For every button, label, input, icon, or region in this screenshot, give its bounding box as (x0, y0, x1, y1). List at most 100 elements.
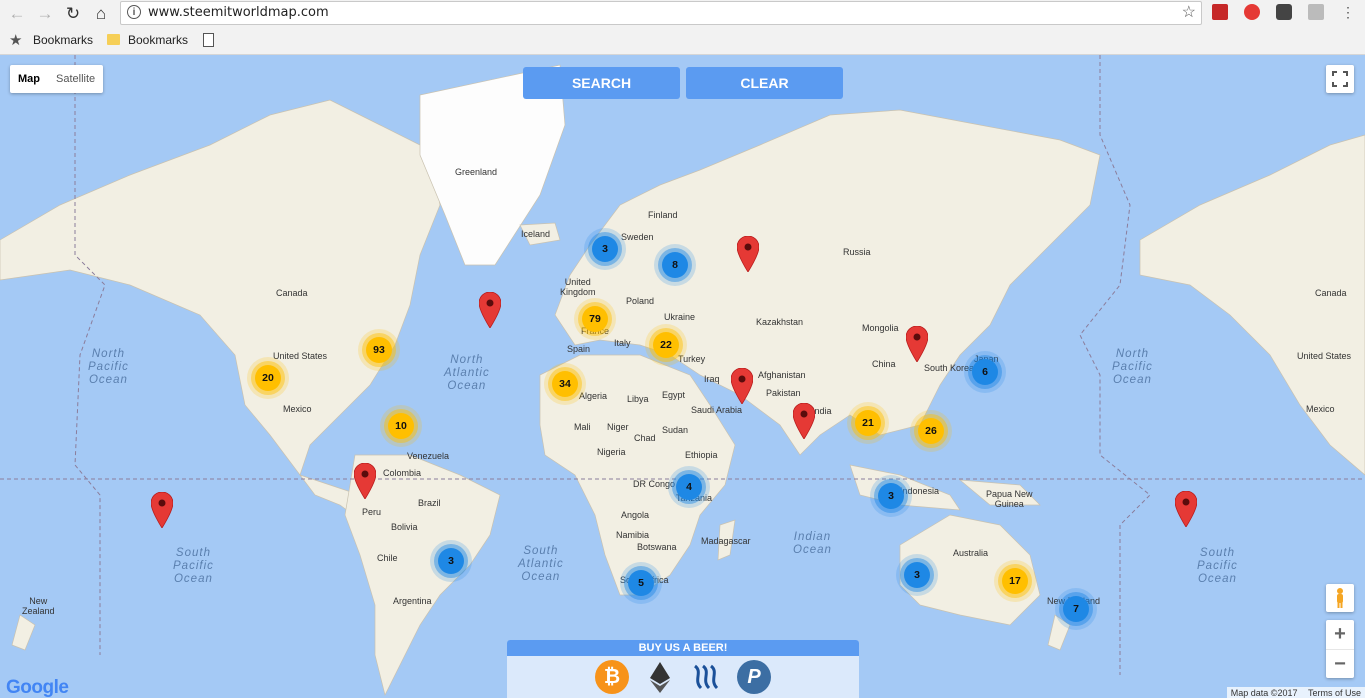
label-canada-right: Canada (1315, 288, 1347, 298)
map-data-text: Map data ©2017 (1230, 688, 1298, 698)
clear-button[interactable]: CLEAR (686, 67, 843, 99)
label-angola: Angola (621, 510, 650, 520)
map-type-map-button[interactable]: Map (10, 65, 48, 93)
ocean-north-pacific-right: North Pacific Ocean (1112, 348, 1153, 386)
cluster-marker[interactable]: 3 (592, 236, 618, 262)
ocean-north-pacific-left: North Pacific Ocean (88, 348, 129, 386)
cluster-marker[interactable]: 8 (662, 252, 688, 278)
label-niger: Niger (607, 422, 629, 432)
reload-icon[interactable]: ↻ (62, 3, 84, 25)
cluster-marker[interactable]: 7 (1063, 596, 1089, 622)
page-icon[interactable] (203, 33, 214, 47)
cluster-marker[interactable]: 3 (904, 562, 930, 588)
cluster-marker[interactable]: 4 (676, 474, 702, 500)
map-pin-icon[interactable] (354, 463, 376, 499)
forward-arrow-icon[interactable]: → (34, 3, 56, 25)
donation-box: BUY US A BEER! ₿ P (507, 640, 859, 698)
label-dr-congo: DR Congo (633, 479, 676, 489)
folder-icon (107, 34, 120, 45)
bookmarks-folder[interactable]: Bookmarks (128, 33, 188, 47)
label-chile: Chile (377, 553, 398, 563)
map-attribution: Map data ©2017 Terms of Use (1226, 687, 1365, 698)
label-indonesia: Indonesia (900, 486, 940, 496)
cluster-marker[interactable]: 93 (366, 337, 392, 363)
label-united-states-right: United States (1297, 351, 1352, 361)
url-text: www.steemitworldmap.com (148, 5, 329, 20)
home-icon[interactable]: ⌂ (90, 3, 112, 25)
pocket-icon[interactable] (1276, 4, 1292, 20)
menu-icon[interactable]: ⋮ (1340, 4, 1356, 20)
extension-red-icon[interactable] (1212, 4, 1228, 20)
info-icon[interactable]: i (127, 5, 141, 19)
label-south-korea: South Korea (924, 363, 975, 373)
label-libya: Libya (627, 394, 649, 404)
address-bar[interactable]: i www.steemitworldmap.com ☆ (120, 1, 1202, 25)
bitcoin-icon[interactable]: ₿ (595, 660, 629, 694)
label-bolivia: Bolivia (391, 522, 418, 532)
bookmarks-link[interactable]: Bookmarks (33, 33, 93, 47)
paypal-icon[interactable]: P (737, 660, 771, 694)
back-arrow-icon[interactable]: ← (6, 3, 28, 25)
cluster-marker[interactable]: 6 (972, 359, 998, 385)
label-united-kingdom: United Kingdom (560, 277, 596, 297)
cluster-marker[interactable]: 3 (878, 483, 904, 509)
label-poland: Poland (626, 296, 655, 306)
cluster-marker[interactable]: 20 (255, 365, 281, 391)
star-bookmarks-icon: ★ (9, 32, 23, 49)
label-kazakhstan: Kazakhstan (756, 317, 804, 327)
cluster-marker[interactable]: 79 (582, 306, 608, 332)
cluster-marker[interactable]: 34 (552, 371, 578, 397)
label-iraq: Iraq (704, 374, 720, 384)
cluster-marker[interactable]: 10 (388, 413, 414, 439)
label-argentina: Argentina (393, 596, 432, 606)
ocean-south-atlantic: South Atlantic Ocean (518, 545, 564, 583)
map-pin-icon[interactable] (151, 492, 173, 528)
cluster-marker[interactable]: 5 (628, 570, 654, 596)
label-chad: Chad (634, 433, 656, 443)
map-type-satellite-button[interactable]: Satellite (48, 65, 103, 93)
ethereum-icon[interactable] (643, 660, 677, 694)
map-pin-icon[interactable] (793, 403, 815, 439)
ocean-south-pacific-left: South Pacific Ocean (173, 547, 214, 585)
label-madagascar: Madagascar (701, 536, 751, 546)
label-afghanistan: Afghanistan (758, 370, 806, 380)
zoom-in-button[interactable]: + (1326, 620, 1354, 650)
cluster-marker[interactable]: 17 (1002, 568, 1028, 594)
terms-of-use-link[interactable]: Terms of Use (1308, 688, 1361, 698)
label-saudi-arabia: Saudi Arabia (691, 405, 743, 415)
label-namibia: Namibia (616, 530, 650, 540)
label-egypt: Egypt (662, 390, 686, 400)
label-sweden: Sweden (621, 232, 654, 242)
opera-icon[interactable] (1244, 4, 1260, 20)
label-pakistan: Pakistan (766, 388, 801, 398)
label-ethiopia: Ethiopia (685, 450, 718, 460)
cluster-marker[interactable]: 21 (855, 410, 881, 436)
world-map[interactable]: Greenland Iceland Finland Sweden United … (0, 55, 1365, 698)
browser-toolbar: ← → ↻ ⌂ i www.steemitworldmap.com ☆ ⋮ (0, 0, 1365, 28)
cluster-marker[interactable]: 26 (918, 418, 944, 444)
zoom-out-button[interactable]: − (1326, 650, 1354, 679)
star-icon[interactable]: ☆ (1182, 2, 1196, 22)
fullscreen-icon[interactable] (1326, 65, 1354, 93)
pdf-icon[interactable] (1308, 4, 1324, 20)
cluster-marker[interactable]: 3 (438, 548, 464, 574)
zoom-control: + − (1326, 620, 1354, 678)
label-italy: Italy (614, 338, 631, 348)
map-pin-icon[interactable] (479, 292, 501, 328)
steem-icon[interactable] (689, 660, 723, 694)
map-pin-icon[interactable] (731, 368, 753, 404)
cluster-marker[interactable]: 22 (653, 332, 679, 358)
google-logo: Google (6, 677, 69, 698)
google-logo-text: Google (6, 677, 69, 698)
street-view-pegman-icon[interactable] (1326, 584, 1354, 612)
label-spain: Spain (567, 344, 591, 354)
search-button[interactable]: SEARCH (523, 67, 680, 99)
label-russia: Russia (843, 247, 871, 257)
label-canada-left: Canada (276, 288, 308, 298)
label-united-states-left: United States (273, 351, 328, 361)
map-pin-icon[interactable] (1175, 491, 1197, 527)
map-pin-icon[interactable] (737, 236, 759, 272)
label-papua-new-guinea: Papua New Guinea (986, 489, 1033, 509)
map-pin-icon[interactable] (906, 326, 928, 362)
ocean-indian: Indian Ocean (793, 531, 832, 556)
